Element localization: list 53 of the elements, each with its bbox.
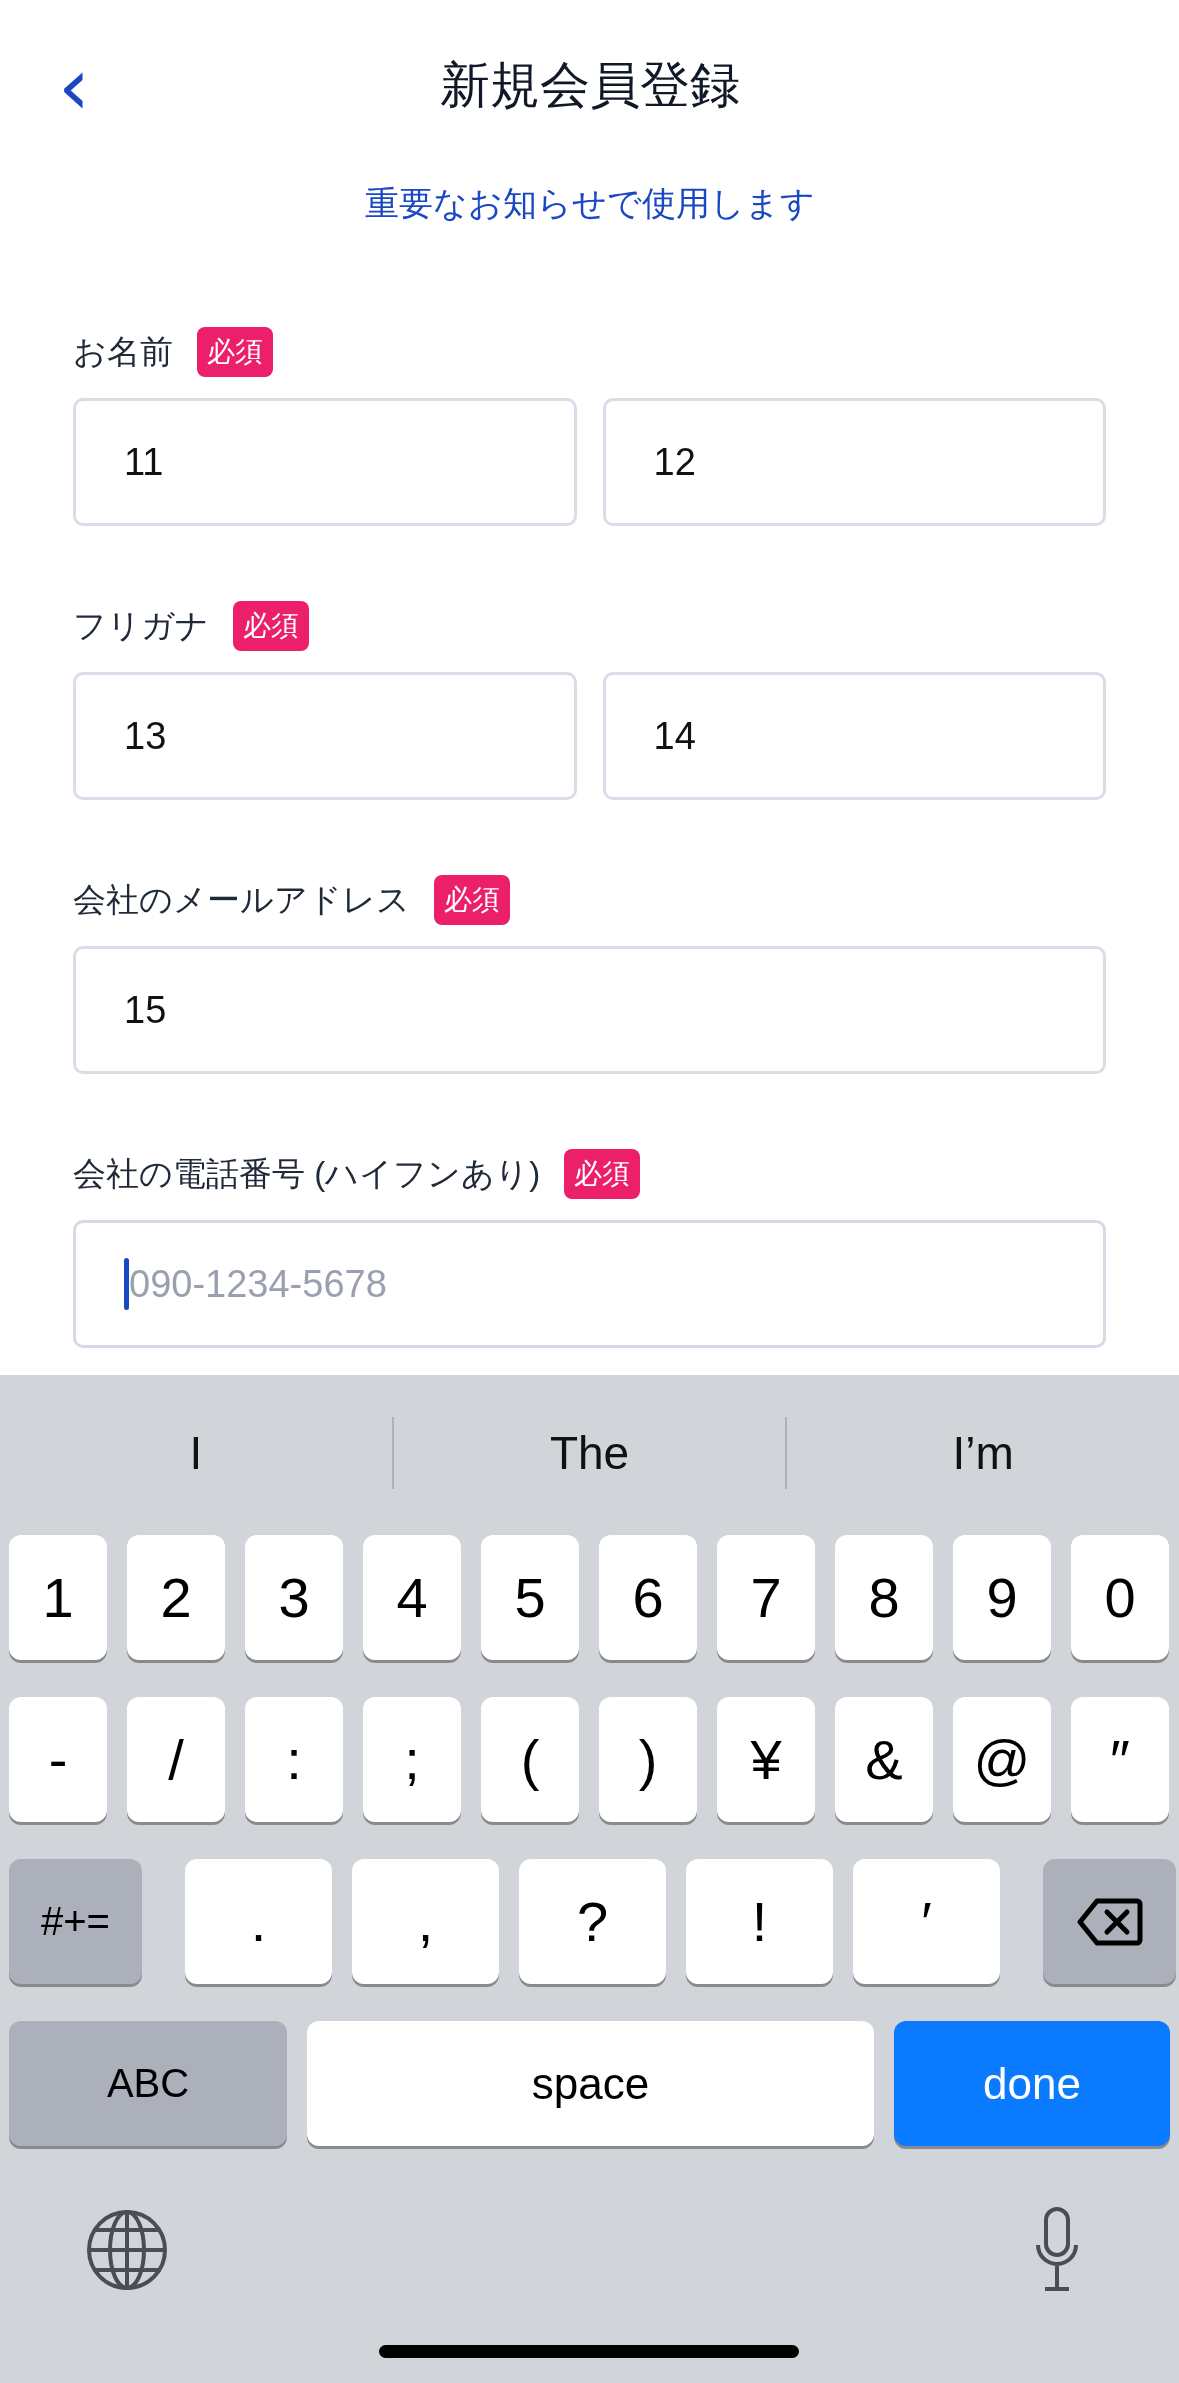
field-label: 会社の電話番号 (ハイフンあり): [73, 1153, 541, 1194]
input-field[interactable]: 12: [602, 398, 1106, 526]
keyboard-key[interactable]: :: [245, 1697, 343, 1822]
backspace-icon: [1076, 1896, 1143, 1947]
keyboard-key[interactable]: 0: [1071, 1535, 1169, 1660]
required-badge: 必須: [564, 1149, 641, 1199]
keyboard-key[interactable]: 4: [363, 1535, 461, 1660]
keyboard-key[interactable]: /: [127, 1697, 225, 1822]
backspace-key[interactable]: [1043, 1859, 1176, 1984]
microphone-icon: [1035, 2206, 1079, 2293]
keyboard-key[interactable]: ′: [853, 1859, 1000, 1984]
keyboard-key[interactable]: (: [481, 1697, 579, 1822]
keyboard-key[interactable]: ): [599, 1697, 697, 1822]
keyboard-key[interactable]: ¥: [717, 1697, 815, 1822]
keyboard-key[interactable]: .: [185, 1859, 332, 1984]
keyboard-key[interactable]: ABC: [9, 2021, 287, 2146]
keyboard-key[interactable]: ?: [519, 1859, 666, 1984]
notice-text: 重要なお知らせで使用します: [364, 183, 815, 224]
required-badge: 必須: [197, 327, 273, 377]
page-title: 新規会員登録: [439, 55, 740, 115]
keyboard-key[interactable]: -: [9, 1697, 107, 1822]
keyboard-key[interactable]: 3: [245, 1535, 343, 1660]
keyboard-key[interactable]: 5: [481, 1535, 579, 1660]
keyboard-key[interactable]: 6: [599, 1535, 697, 1660]
field-label: フリガナ: [73, 605, 209, 646]
required-badge: 必須: [233, 601, 309, 651]
input-field[interactable]: 13: [73, 672, 577, 800]
keyboard-key[interactable]: 2: [127, 1535, 225, 1660]
keyboard-key[interactable]: 8: [835, 1535, 933, 1660]
suggestion[interactable]: I’m: [787, 1375, 1179, 1530]
keyboard-key[interactable]: !: [686, 1859, 833, 1984]
keyboard-key[interactable]: &: [835, 1697, 933, 1822]
text-cursor: [124, 1258, 129, 1310]
keyboard-key[interactable]: @: [953, 1697, 1051, 1822]
done-key[interactable]: done: [894, 2021, 1170, 2146]
back-button[interactable]: ‹: [50, 52, 98, 122]
keyboard-key[interactable]: 1: [9, 1535, 107, 1660]
field-label: お名前: [73, 331, 173, 372]
keyboard-key[interactable]: ″: [1071, 1697, 1169, 1822]
space-key[interactable]: space: [307, 2021, 874, 2146]
keyboard-key[interactable]: ;: [363, 1697, 461, 1822]
keyboard-key[interactable]: #+=: [9, 1859, 142, 1984]
keyboard-key[interactable]: ,: [352, 1859, 499, 1984]
input-field[interactable]: 14: [602, 672, 1106, 800]
input-field[interactable]: 15: [73, 946, 1106, 1074]
suggestion[interactable]: The: [393, 1375, 786, 1530]
required-badge: 必須: [434, 875, 510, 925]
keyboard-key[interactable]: 9: [953, 1535, 1051, 1660]
keyboard-key[interactable]: 7: [717, 1535, 815, 1660]
globe-icon: [85, 2207, 169, 2292]
field-label: 会社のメールアドレス: [73, 879, 410, 920]
suggestion[interactable]: I: [0, 1375, 392, 1530]
input-field[interactable]: 11: [73, 398, 577, 526]
